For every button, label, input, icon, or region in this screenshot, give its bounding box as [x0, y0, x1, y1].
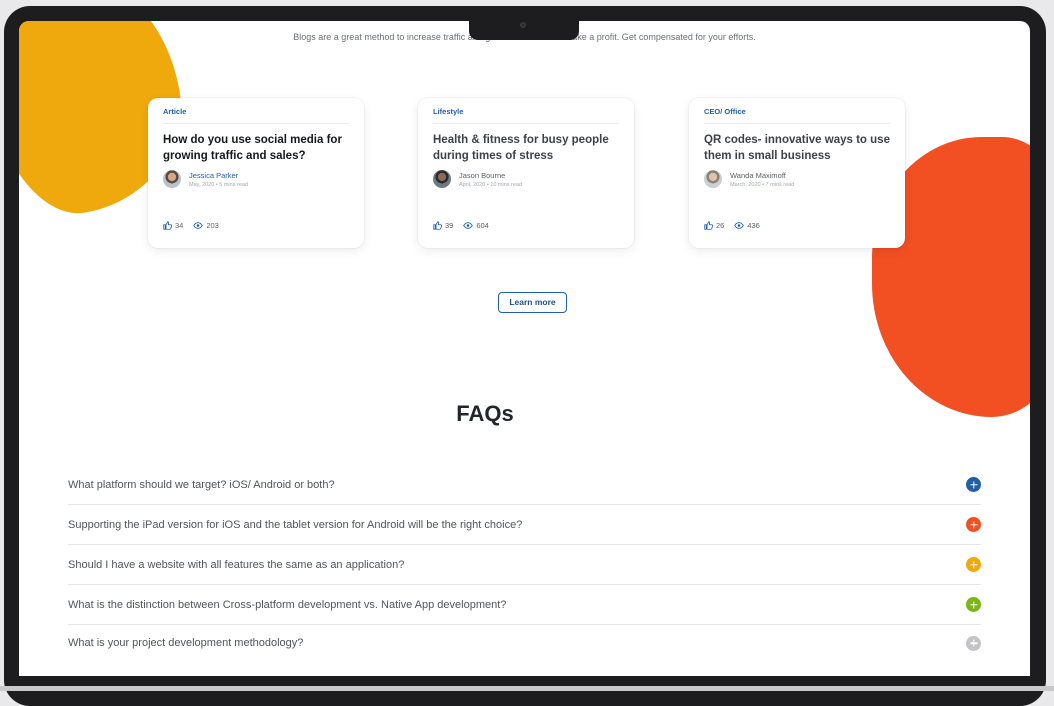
- faq-question[interactable]: What is the distinction between Cross-pl…: [68, 599, 506, 611]
- views-count: 436: [747, 221, 760, 230]
- laptop-frame: Blogs are a great method to increase tra…: [0, 0, 1054, 706]
- likes-count: 34: [175, 221, 184, 230]
- likes-stat[interactable]: 34: [163, 221, 183, 230]
- avatar: [704, 170, 722, 188]
- views-stat: 203: [193, 221, 219, 230]
- faq-question[interactable]: Should I have a website with all feature…: [68, 559, 404, 571]
- web-page: Blogs are a great method to increase tra…: [19, 21, 1030, 676]
- faq-heading: FAQs: [456, 401, 514, 426]
- thumbs-up-icon: [704, 221, 713, 230]
- card-author: Jessica Parker May, 2020 • 5 mins read: [163, 170, 349, 188]
- thumbs-up-icon: [163, 221, 172, 230]
- likes-stat[interactable]: 26: [704, 221, 724, 230]
- card-stats: 39 604: [433, 221, 499, 230]
- avatar: [433, 170, 451, 188]
- views-stat: 436: [734, 221, 760, 230]
- card-title[interactable]: Health & fitness for busy people during …: [433, 132, 619, 165]
- blog-card[interactable]: Article How do you use social media for …: [148, 98, 364, 248]
- author-name[interactable]: Jessica Parker: [189, 171, 248, 180]
- eye-icon: [463, 222, 474, 229]
- plus-icon[interactable]: [966, 557, 981, 572]
- camera-icon: [520, 22, 526, 28]
- blog-card[interactable]: CEO/ Office QR codes- innovative ways to…: [689, 98, 905, 248]
- thumbs-up-icon: [433, 221, 442, 230]
- plus-icon[interactable]: [966, 635, 981, 651]
- plus-icon[interactable]: [966, 597, 981, 612]
- views-count: 203: [206, 221, 219, 230]
- views-count: 604: [476, 221, 489, 230]
- card-stats: 34 203: [163, 221, 229, 230]
- card-author: Jason Bourne April, 2020 • 10 mins read: [433, 170, 619, 188]
- faq-question[interactable]: What platform should we target? iOS/ And…: [68, 479, 335, 491]
- author-name[interactable]: Wanda Maximoff: [730, 171, 794, 180]
- faq-question[interactable]: Supporting the iPad version for iOS and …: [68, 519, 522, 531]
- plus-icon[interactable]: [966, 477, 981, 492]
- faq-item[interactable]: What is the distinction between Cross-pl…: [68, 585, 981, 625]
- post-meta: March, 2020 • 7 mins read: [730, 181, 795, 188]
- eye-icon: [193, 222, 204, 229]
- avatar: [163, 170, 181, 188]
- faq-item[interactable]: Should I have a website with all feature…: [68, 545, 981, 585]
- likes-stat[interactable]: 39: [433, 221, 453, 230]
- card-category[interactable]: CEO/ Office: [704, 107, 890, 124]
- card-category[interactable]: Article: [163, 107, 349, 124]
- card-title[interactable]: How do you use social media for growing …: [163, 132, 349, 165]
- card-title[interactable]: QR codes- innovative ways to use them in…: [704, 132, 890, 165]
- camera-notch: [469, 19, 579, 40]
- blog-card[interactable]: Lifestyle Health & fitness for busy peop…: [418, 98, 634, 248]
- laptop-base-edge: [0, 686, 1054, 691]
- card-author: Wanda Maximoff March, 2020 • 7 mins read: [704, 170, 890, 188]
- faq-item[interactable]: Supporting the iPad version for iOS and …: [68, 505, 981, 545]
- plus-icon[interactable]: [966, 517, 981, 532]
- card-category[interactable]: Lifestyle: [433, 107, 619, 124]
- learn-more-button[interactable]: Learn more: [498, 292, 567, 313]
- faq-list: What platform should we target? iOS/ And…: [68, 465, 981, 661]
- views-stat: 604: [463, 221, 489, 230]
- card-stats: 26 436: [704, 221, 770, 230]
- post-meta: April, 2020 • 10 mins read: [459, 181, 523, 188]
- post-meta: May, 2020 • 5 mins read: [189, 181, 248, 188]
- likes-count: 26: [716, 221, 725, 230]
- author-name[interactable]: Jason Bourne: [459, 171, 522, 180]
- faq-item[interactable]: What platform should we target? iOS/ And…: [68, 465, 981, 505]
- faq-item[interactable]: What is your project development methodo…: [68, 625, 981, 661]
- likes-count: 39: [445, 221, 454, 230]
- eye-icon: [734, 222, 745, 229]
- faq-question[interactable]: What is your project development methodo…: [68, 637, 303, 649]
